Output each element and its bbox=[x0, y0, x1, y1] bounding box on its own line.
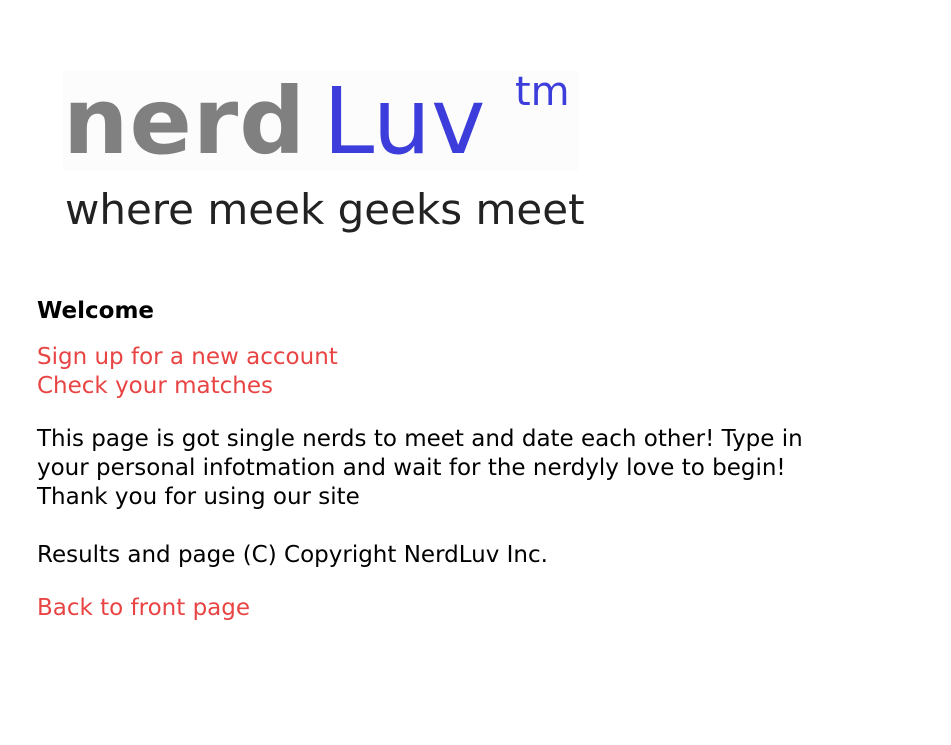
back-to-front-page-link[interactable]: Back to front page bbox=[37, 594, 897, 623]
intro-line-2: your personal infotmation and wait for t… bbox=[37, 455, 786, 481]
nerdluv-logo: nerd Luv tm where meek geeks meet bbox=[63, 68, 643, 243]
intro-line-1: This page is got single nerds to meet an… bbox=[37, 426, 803, 452]
signup-link[interactable]: Sign up for a new account bbox=[37, 343, 897, 372]
copyright-text: Results and page (C) Copyright NerdLuv I… bbox=[37, 542, 548, 568]
back-link-container: Back to front page bbox=[37, 594, 897, 623]
main-content: Welcome Sign up for a new account Check … bbox=[37, 297, 897, 623]
logo-trademark: tm bbox=[515, 69, 570, 115]
logo-tagline: where meek geeks meet bbox=[65, 185, 585, 234]
matches-link[interactable]: Check your matches bbox=[37, 372, 897, 401]
welcome-heading: Welcome bbox=[37, 298, 155, 324]
logo-luv-text: Luv bbox=[323, 68, 486, 175]
account-links: Sign up for a new account Check your mat… bbox=[37, 343, 897, 401]
logo-nerd-text: nerd bbox=[63, 68, 307, 175]
intro-line-3: Thank you for using our site bbox=[37, 484, 360, 510]
intro-paragraph: This page is got single nerds to meet an… bbox=[37, 425, 897, 512]
